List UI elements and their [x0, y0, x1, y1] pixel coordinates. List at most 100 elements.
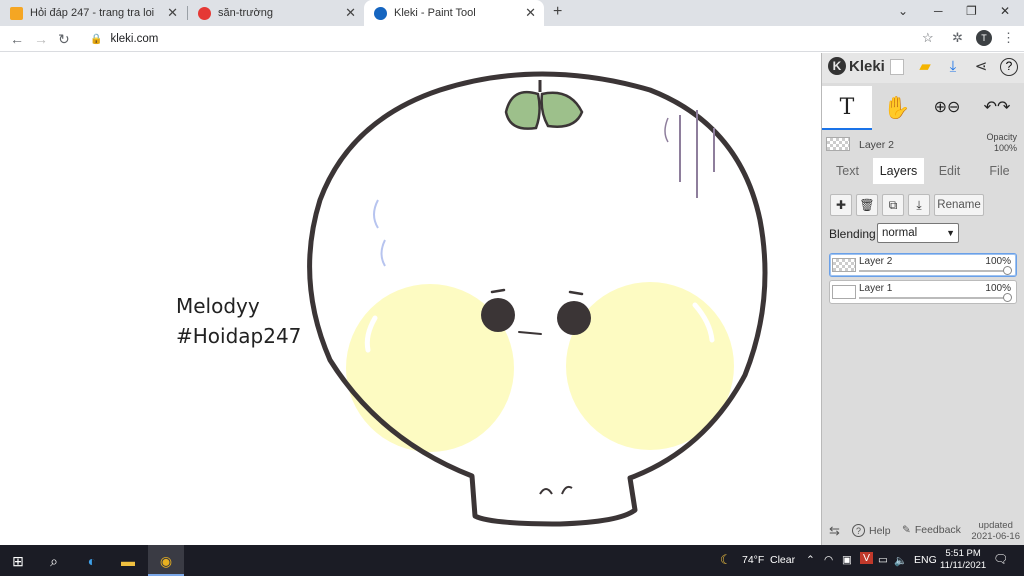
restore-button[interactable]: ❐: [966, 4, 977, 18]
signature-text: Melodyy #Hoidap247: [176, 291, 301, 351]
layer-opacity-slider[interactable]: [859, 270, 1008, 272]
tab-search-icon[interactable]: ⌄: [898, 4, 908, 18]
browser-tab-hoidap[interactable]: Hỏi đáp 247 - trang tra loi ✕: [0, 0, 186, 26]
help-label: Help: [869, 524, 891, 537]
extensions-icon[interactable]: ✲: [952, 30, 963, 46]
browser-tab-santruong[interactable]: săn-trường ✕: [188, 0, 364, 26]
chevron-down-icon: ▼: [946, 228, 955, 238]
layer-opacity-slider[interactable]: [859, 297, 1008, 299]
undo-redo-icon[interactable]: ↶↷: [972, 86, 1022, 130]
windows-start-icon[interactable]: ⊞: [8, 551, 28, 571]
swap-side-icon[interactable]: ⇆: [829, 523, 840, 539]
tab-edit[interactable]: Edit: [924, 158, 975, 184]
close-window-button[interactable]: ✕: [1000, 4, 1010, 18]
skull-drawing: [307, 71, 768, 527]
nose: [539, 488, 553, 495]
kleki-logo[interactable]: K Kleki: [828, 57, 885, 75]
chrome-taskbar-button[interactable]: ◉: [148, 545, 184, 576]
close-tab-icon[interactable]: ✕: [525, 5, 536, 21]
url-text: kleki.com: [110, 33, 159, 45]
kleki-logo-icon: K: [828, 57, 846, 75]
slider-handle[interactable]: [1003, 266, 1012, 275]
tab-text[interactable]: Text: [822, 158, 873, 184]
text-tool-icon[interactable]: T: [822, 86, 872, 130]
share-icon[interactable]: ⋖: [972, 58, 990, 76]
profile-avatar[interactable]: T: [976, 30, 992, 46]
opacity-value: 100%: [993, 143, 1017, 153]
minimize-button[interactable]: ─: [934, 4, 943, 18]
back-icon[interactable]: ←: [10, 31, 24, 47]
search-icon[interactable]: ⌕: [44, 551, 64, 571]
drawing-canvas[interactable]: Melodyy #Hoidap247: [0, 53, 821, 545]
zoom-icon[interactable]: ⊕⊖: [922, 86, 972, 130]
volume-icon[interactable]: 🔈: [894, 554, 907, 567]
merge-layer-button[interactable]: ⤓: [908, 194, 930, 216]
lock-icon: 🔒: [90, 33, 103, 45]
tab-file[interactable]: File: [974, 158, 1024, 184]
clock[interactable]: 5:51 PM 11/11/2021: [940, 548, 986, 572]
close-tab-icon[interactable]: ✕: [345, 5, 356, 21]
chrome-icon: ◉: [159, 553, 173, 569]
kleki-panel: K Kleki ▰ ⤓ ⋖ ? T ✋ ⊕⊖ ↶↷ Layer 2 Opacit…: [821, 53, 1024, 545]
browser-tab-strip: Hỏi đáp 247 - trang tra loi ✕ săn-trường…: [0, 0, 1024, 26]
menu-icon[interactable]: ⋮: [1002, 30, 1015, 46]
layers-tab-content: ✚ 🗑 ⧉ ⤓ Rename Blending normal ▼ Layer 2…: [822, 184, 1024, 514]
slider-handle[interactable]: [1003, 293, 1012, 302]
tab-title: săn-trường: [218, 7, 273, 19]
windows-taskbar: ⊞ ⌕ ◐ ▬ ◉ ☾ 74°F Clear ⌃ ◠ ▣ V ▭ 🔈 ENG 5…: [0, 545, 1024, 576]
antivirus-icon[interactable]: V: [860, 552, 874, 564]
help-icon[interactable]: ?: [1000, 58, 1018, 76]
language-indicator[interactable]: ENG: [914, 554, 937, 566]
opacity-readout: Opacity 100%: [986, 132, 1017, 154]
help-link[interactable]: ? Help: [852, 524, 891, 537]
open-folder-icon[interactable]: ▰: [916, 58, 934, 76]
clock-date: 11/11/2021: [940, 560, 987, 571]
right-leaf: [540, 91, 584, 128]
right-eye: [557, 301, 591, 335]
layer-name: Layer 1: [859, 283, 893, 294]
network-icon[interactable]: ▭: [878, 554, 888, 566]
forward-icon[interactable]: →: [34, 31, 48, 47]
hoidap-favicon-icon: [10, 6, 23, 20]
kleki-top-bar: K Kleki ▰ ⤓ ⋖ ?: [822, 53, 1024, 83]
download-icon[interactable]: ⤓: [944, 58, 962, 76]
duplicate-layer-button[interactable]: ⧉: [882, 194, 904, 216]
layer-thumbnail: [832, 285, 856, 299]
kleki-logo-text: Kleki: [849, 57, 885, 75]
feedback-label: Feedback: [914, 524, 961, 536]
feedback-link[interactable]: ✎ Feedback: [902, 524, 961, 536]
updated-info[interactable]: updated 2021-06-16: [971, 520, 1020, 542]
hand-tool-icon[interactable]: ✋: [872, 86, 922, 130]
tray-app-icon[interactable]: ▣: [842, 554, 852, 566]
new-image-icon[interactable]: [890, 59, 904, 75]
address-bar[interactable]: 🔒 kleki.com: [80, 29, 940, 49]
current-layer-header: Layer 2 Opacity 100%: [822, 132, 1024, 157]
edge-icon[interactable]: ◐: [82, 551, 102, 571]
layer-name: Layer 2: [859, 256, 893, 267]
wifi-icon[interactable]: ◠: [824, 554, 833, 566]
layer-item[interactable]: Layer 1 100%: [829, 280, 1017, 304]
signature-line-2: #Hoidap247: [176, 324, 302, 348]
updated-date: 2021-06-16: [971, 531, 1020, 542]
hidden-icons-chevron-icon[interactable]: ⌃: [806, 554, 815, 566]
weather-temp[interactable]: 74°F: [742, 554, 764, 566]
rename-layer-button[interactable]: Rename: [934, 194, 984, 216]
browser-tab-kleki[interactable]: Kleki - Paint Tool ✕: [364, 0, 544, 26]
new-tab-button[interactable]: +: [553, 3, 562, 21]
notifications-icon[interactable]: 🗨: [993, 552, 1008, 566]
close-tab-icon[interactable]: ✕: [167, 5, 178, 21]
left-eye: [481, 298, 515, 332]
current-layer-name: Layer 2: [859, 139, 895, 151]
help-circle-icon: ?: [852, 524, 865, 537]
blending-select[interactable]: normal ▼: [877, 223, 959, 243]
file-explorer-icon[interactable]: ▬: [118, 551, 138, 571]
bookmark-star-icon[interactable]: ☆: [922, 30, 934, 46]
panel-footer: ⇆ ? Help ✎ Feedback updated 2021-06-16: [822, 518, 1024, 545]
layer-item[interactable]: Layer 2 100%: [829, 253, 1017, 277]
reload-icon[interactable]: ↻: [58, 31, 70, 48]
add-layer-button[interactable]: ✚: [830, 194, 852, 216]
tool-row: T ✋ ⊕⊖ ↶↷: [822, 86, 1024, 130]
weather-desc[interactable]: Clear: [770, 554, 795, 566]
tab-layers[interactable]: Layers: [873, 158, 924, 184]
delete-layer-button[interactable]: 🗑: [856, 194, 878, 216]
